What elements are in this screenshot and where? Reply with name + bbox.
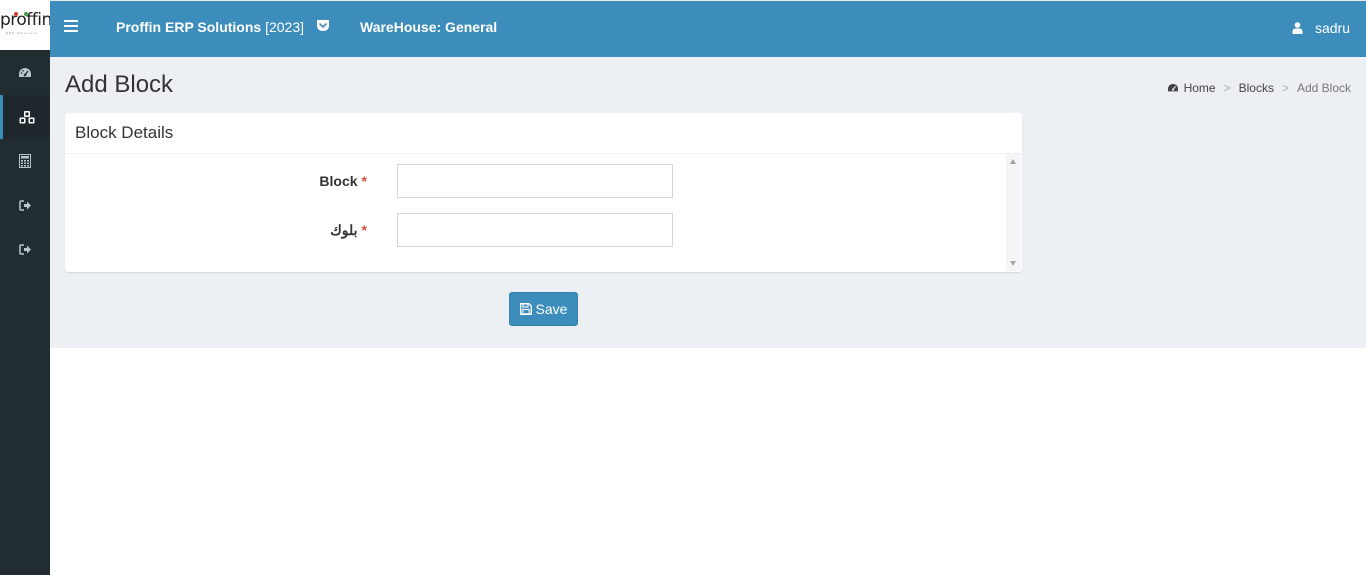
sign-out-icon [18,199,31,211]
vertical-scrollbar[interactable] [1006,154,1021,271]
breadcrumb-blocks[interactable]: Blocks [1239,81,1274,95]
app-year: [2023] [265,19,305,35]
required-mark: * [361,222,367,238]
dashboard-icon [19,68,31,77]
box-title: Block Details [65,113,1022,154]
top-navbar: Proffin ERP Solutions [2023] WareHouse: … [50,0,1366,57]
sidebar-item-signout-2[interactable] [0,227,50,271]
scroll-down-icon[interactable] [1010,261,1016,266]
box-body: Block * بلوك * [65,154,1022,271]
sidebar-item-calculator[interactable] [0,139,50,183]
cubes-icon [19,110,34,123]
breadcrumb-separator: > [1223,81,1231,95]
username: sadru [1314,20,1350,36]
sidebar: proffin ERP Solutions [0,0,50,575]
calculator-icon [19,154,31,168]
app-name: Proffin ERP Solutions [116,19,262,35]
block-arabic-input[interactable] [397,213,673,247]
sidebar-item-blocks[interactable] [0,95,50,139]
sidebar-item-signout-1[interactable] [0,183,50,227]
scroll-up-icon[interactable] [1010,159,1016,164]
required-mark: * [361,173,367,189]
breadcrumb-current: Add Block [1296,81,1351,95]
block-arabic-label: بلوك * [330,222,367,238]
dashboard-icon [1167,83,1178,92]
page-title: Add Block [65,71,174,98]
warehouse-label[interactable]: WareHouse: General [360,19,497,35]
sign-out-icon [18,243,31,255]
user-menu[interactable]: sadru [1292,20,1350,36]
brand-logo[interactable]: proffin ERP Solutions [0,0,50,50]
logo-subtitle: ERP Solutions [6,31,39,35]
block-arabic-form-row: بلوك * [65,213,765,247]
breadcrumb: Home > Blocks > Add Block [1167,81,1351,95]
save-button[interactable]: Save [509,292,578,326]
breadcrumb-home-label: Home [1183,81,1216,95]
logo-dot [14,12,18,16]
save-button-label: Save [535,301,568,317]
block-label: Block * [319,173,367,189]
logo-dot [24,12,28,16]
sidebar-item-dashboard[interactable] [0,51,50,95]
block-details-box: Block Details Block * بلوك * [65,113,1022,272]
block-input[interactable] [397,164,673,198]
menu-toggle-icon[interactable] [64,20,78,34]
breadcrumb-separator: > [1281,81,1289,95]
breadcrumb-home[interactable]: Home [1167,81,1216,95]
content-wrapper: Add Block Home > Blocks > Add Block Bloc… [50,57,1366,348]
pocket-icon[interactable] [316,19,330,32]
block-form-row: Block * [65,164,765,198]
app-title: Proffin ERP Solutions [2023] [116,19,304,35]
user-icon [1292,22,1303,34]
floppy-disk-icon [519,303,532,315]
